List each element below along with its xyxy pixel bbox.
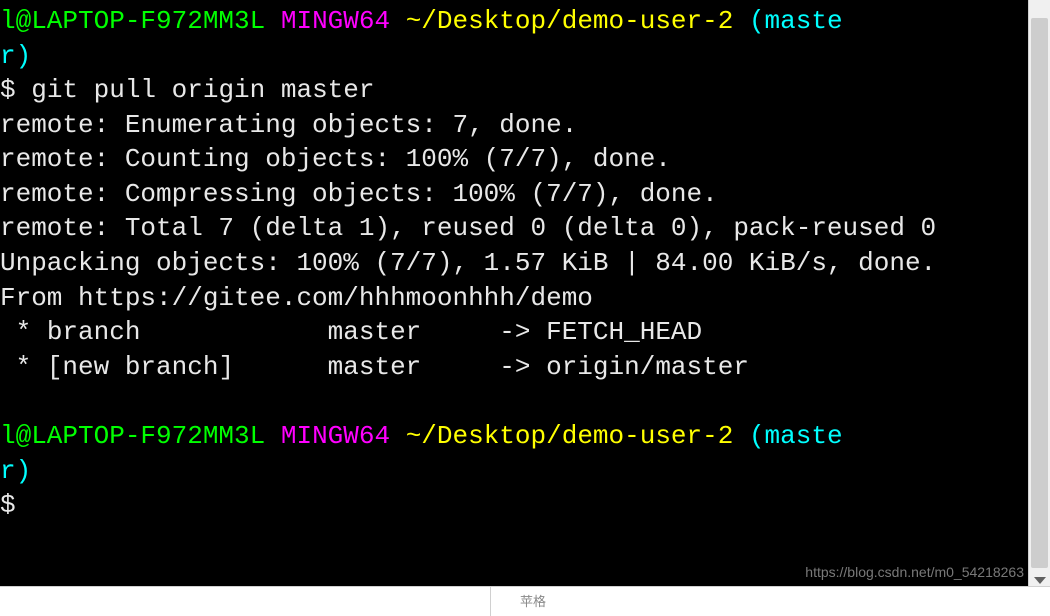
output-line: remote: Total 7 (delta 1), reused 0 (del… (0, 213, 936, 243)
prompt-path: ~/Desktop/demo-user-2 (406, 6, 734, 36)
scrollbar-track[interactable] (1029, 18, 1050, 568)
prompt-branch-open: (maste (749, 421, 843, 451)
command-text: git pull origin master (31, 75, 374, 105)
scroll-down-icon[interactable] (1034, 577, 1046, 584)
output-line: From https://gitee.com/hhhmoonhhh/demo (0, 283, 593, 313)
output-line: * branch master -> FETCH_HEAD (0, 317, 702, 347)
terminal-window[interactable]: l@LAPTOP-F972MM3L MINGW64 ~/Desktop/demo… (0, 0, 1028, 586)
prompt-branch-open: (maste (749, 6, 843, 36)
prompt-user-host: l@LAPTOP-F972MM3L (0, 421, 265, 451)
bottom-label: 苹格 (520, 591, 546, 610)
watermark-text: https://blog.csdn.net/m0_54218263 (805, 564, 1024, 580)
prompt-symbol: $ (0, 75, 31, 105)
prompt-shell: MINGW64 (281, 6, 390, 36)
bottom-divider (490, 586, 491, 616)
output-line: remote: Compressing objects: 100% (7/7),… (0, 179, 718, 209)
vertical-scrollbar[interactable] (1028, 0, 1050, 586)
output-line: remote: Counting objects: 100% (7/7), do… (0, 144, 671, 174)
prompt-user-host: l@LAPTOP-F972MM3L (0, 6, 265, 36)
output-line: Unpacking objects: 100% (7/7), 1.57 KiB … (0, 248, 936, 278)
output-line: * [new branch] master -> origin/master (0, 352, 749, 382)
prompt-branch-close: r) (0, 41, 31, 71)
prompt-shell: MINGW64 (281, 421, 390, 451)
prompt-path: ~/Desktop/demo-user-2 (406, 421, 734, 451)
output-line: remote: Enumerating objects: 7, done. (0, 110, 577, 140)
prompt-symbol: $ (0, 490, 16, 520)
scrollbar-thumb[interactable] (1031, 18, 1048, 568)
prompt-branch-close: r) (0, 456, 31, 486)
